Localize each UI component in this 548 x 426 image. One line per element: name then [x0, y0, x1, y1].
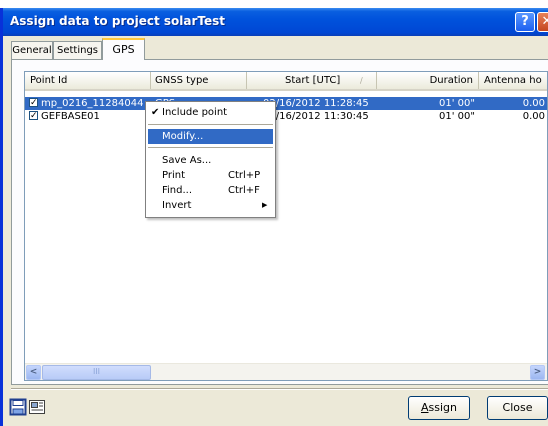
tab-general[interactable]: General — [11, 41, 53, 59]
tab-settings[interactable]: Settings — [53, 41, 102, 59]
menu-item-label: Invert — [162, 200, 192, 211]
close-button[interactable]: Close — [487, 396, 548, 420]
cell-point-id: GEFBASE01 — [41, 111, 100, 122]
save-icon[interactable] — [9, 398, 27, 416]
column-header-gnss-type[interactable]: GNSS type — [151, 72, 247, 89]
assign-button[interactable]: Assign — [408, 396, 470, 420]
menu-item-save-as[interactable]: Save As... — [148, 153, 273, 168]
menu-separator — [148, 147, 273, 148]
footer-divider-highlight — [11, 389, 548, 390]
close-window-button[interactable]: ✕ — [537, 12, 548, 32]
cell-antenna: 0.00 — [522, 98, 545, 109]
menu-item-find[interactable]: Find... Ctrl+F — [148, 183, 273, 198]
menu-item-label: Print — [162, 170, 186, 181]
scroll-right-icon[interactable]: > — [530, 365, 545, 380]
cell-antenna: 0.00 — [522, 111, 545, 122]
table-row[interactable]: ✓ GEFBASE01 02/16/2012 11:30:45 01' 00" … — [25, 110, 547, 123]
menu-item-invert[interactable]: Invert ▶ — [148, 198, 273, 213]
menu-item-shortcut: Ctrl+P — [228, 170, 261, 181]
checkmark-icon: ✔ — [151, 107, 160, 118]
menu-item-print[interactable]: Print Ctrl+P — [148, 168, 273, 183]
row-checkbox[interactable]: ✓ — [29, 111, 38, 121]
window-title: Assign data to project solarTest — [10, 14, 226, 28]
scroll-thumb[interactable]: III — [42, 365, 151, 380]
cell-duration: 01' 00" — [439, 111, 475, 122]
assign-accelerator: A — [420, 401, 429, 414]
submenu-arrow-icon: ▶ — [262, 201, 268, 209]
menu-item-label: Find... — [162, 185, 193, 196]
scroll-left-icon[interactable]: < — [26, 365, 41, 380]
gps-list[interactable]: Point Id GNSS type Start [UTC] ∕ Duratio… — [24, 71, 548, 381]
cell-start: 02/16/2012 11:30:45 — [263, 111, 369, 122]
table-row[interactable]: ✓ mp_0216_11284044 GPS 02/16/2012 11:28:… — [25, 97, 547, 110]
column-header-point-id[interactable]: Point Id — [25, 72, 151, 89]
menu-item-label: Include point — [162, 107, 228, 118]
list-header: Point Id GNSS type Start [UTC] ∕ Duratio… — [25, 72, 547, 91]
tab-gps[interactable]: GPS — [102, 38, 145, 60]
help-button[interactable]: ? — [515, 12, 535, 32]
properties-icon[interactable] — [28, 398, 46, 416]
menu-item-modify[interactable]: Modify... — [148, 129, 273, 144]
cell-start: 02/16/2012 11:28:45 — [263, 98, 369, 109]
column-header-antenna[interactable]: Antenna ho — [479, 72, 547, 89]
horizontal-scrollbar[interactable]: < III > — [25, 363, 547, 380]
menu-separator — [148, 124, 273, 125]
menu-item-include-point[interactable]: ✔ Include point — [148, 105, 273, 120]
column-header-duration[interactable]: Duration — [377, 72, 479, 89]
context-menu: ✔ Include point Modify... Save As... Pri… — [145, 101, 276, 218]
menu-item-label: Save As... — [162, 155, 212, 166]
cell-point-id: mp_0216_11284044 — [41, 98, 144, 109]
title-bar[interactable]: Assign data to project solarTest ? ✕ — [3, 8, 548, 36]
cell-duration: 01' 00" — [439, 98, 475, 109]
menu-item-shortcut: Ctrl+F — [228, 185, 260, 196]
sort-indicator-icon: ∕ — [360, 76, 363, 85]
row-checkbox[interactable]: ✓ — [29, 98, 38, 108]
menu-item-label: Modify... — [162, 131, 204, 142]
column-header-start[interactable]: Start [UTC] — [247, 72, 377, 89]
assign-label: ssign — [428, 401, 457, 414]
